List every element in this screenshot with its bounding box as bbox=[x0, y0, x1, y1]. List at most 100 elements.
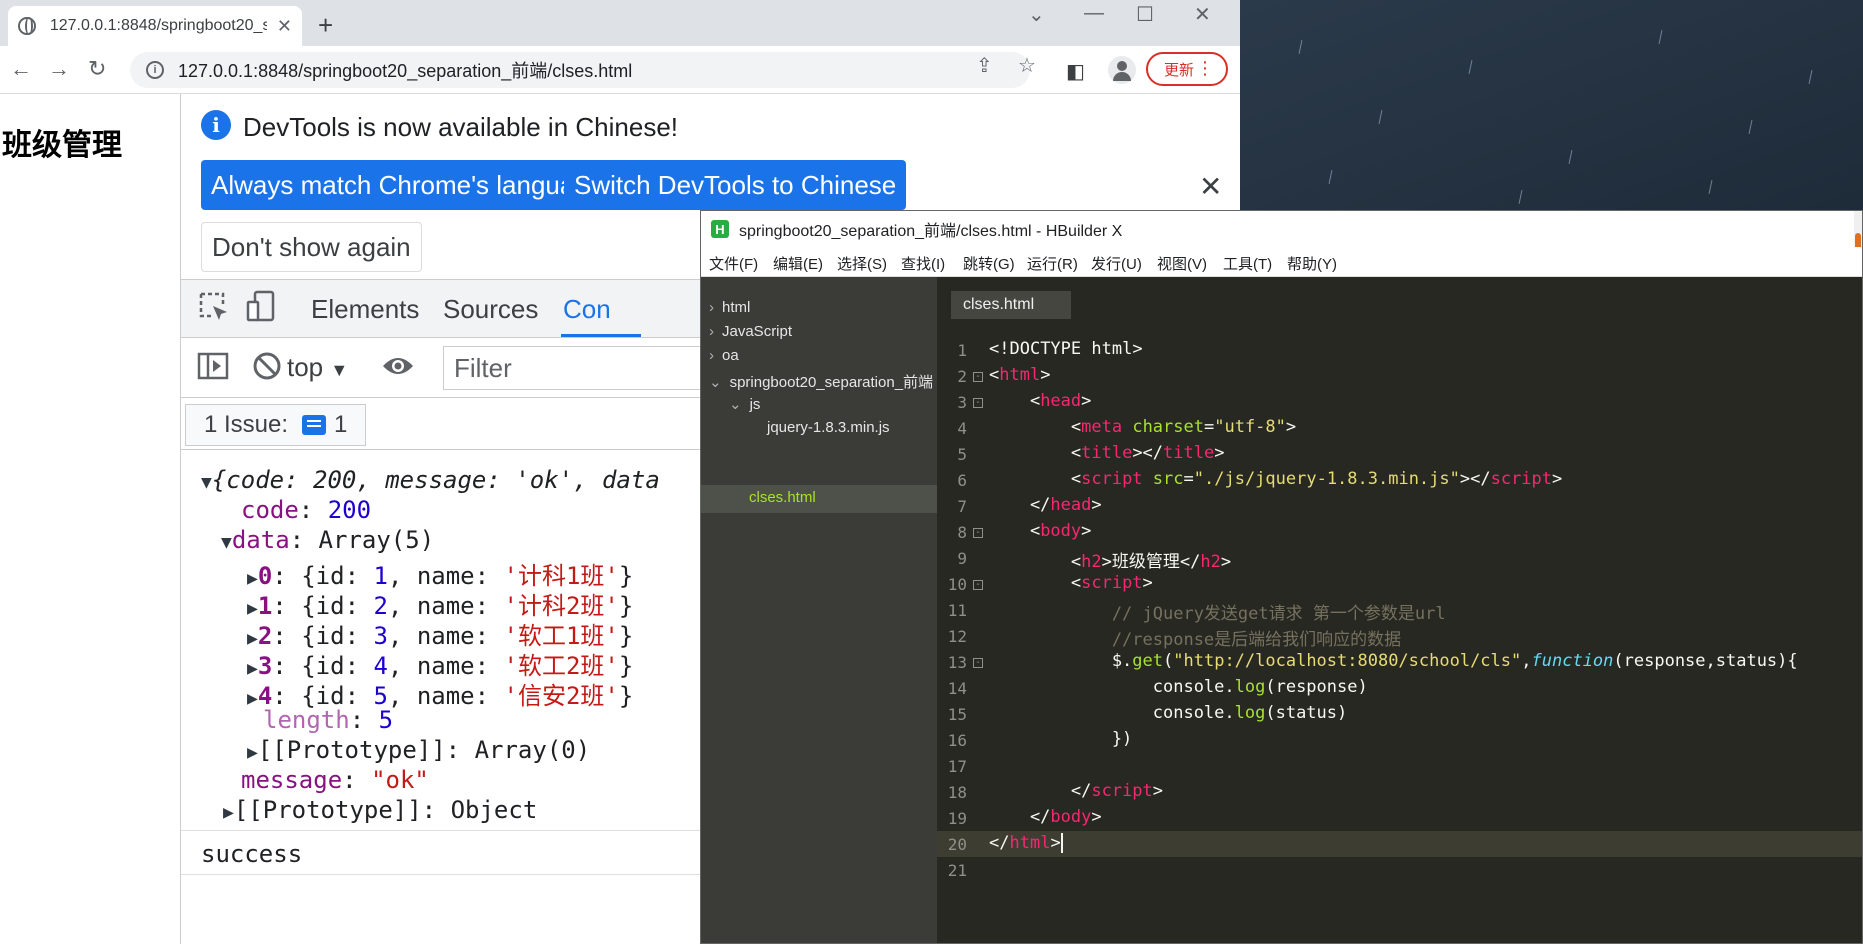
close-icon[interactable]: ✕ bbox=[1199, 170, 1222, 203]
line-number: 16 bbox=[947, 731, 967, 750]
prop-key: message bbox=[241, 766, 343, 794]
profile-avatar[interactable] bbox=[1108, 56, 1136, 84]
tab-console[interactable]: Con bbox=[563, 294, 611, 325]
page-heading: 班级管理 bbox=[2, 129, 122, 162]
menu-bar: 文件(F) 编辑(E) 选择(S) 查找(I) 跳转(G) 运行(R) 发行(U… bbox=[701, 247, 1862, 277]
tree-item-jquery[interactable]: jquery-1.8.3.min.js bbox=[767, 419, 890, 436]
line-number: 20 bbox=[947, 835, 967, 854]
menu-goto[interactable]: 跳转(G) bbox=[963, 253, 1015, 274]
selected-row-highlight bbox=[701, 485, 937, 513]
tab-sources[interactable]: Sources bbox=[443, 294, 538, 325]
back-icon[interactable]: ← bbox=[10, 56, 32, 82]
object-summary[interactable]: ▼{code: 200, message: 'ok', data bbox=[201, 466, 660, 494]
tree-item-project[interactable]: ⌄ springboot20_separation_前端 bbox=[709, 371, 937, 392]
code-editor[interactable]: clses.html 1 2 3 4 5 6 7 8 9 10 11 12 13… bbox=[937, 277, 1862, 943]
menu-find[interactable]: 查找(I) bbox=[901, 253, 945, 274]
browser-tab[interactable]: 127.0.0.1:8848/springboot20_s ✕ bbox=[8, 6, 302, 46]
inspect-icon[interactable] bbox=[197, 290, 231, 324]
update-button[interactable]: 更新 ⋮ bbox=[1146, 52, 1228, 86]
menu-run[interactable]: 运行(R) bbox=[1027, 253, 1078, 274]
code-line: <head> bbox=[989, 391, 1092, 411]
prop-value: Array(5) bbox=[318, 526, 435, 554]
match-language-button[interactable]: Always match Chrome's language bbox=[201, 160, 614, 210]
tree-item-js[interactable]: ⌄ js bbox=[729, 395, 760, 413]
tree-label: JavaScript bbox=[722, 323, 793, 340]
hbuilder-logo: H bbox=[711, 220, 729, 238]
window-close-icon[interactable]: ✕ bbox=[1194, 2, 1211, 27]
tree-item-clses[interactable]: clses.html bbox=[749, 489, 816, 506]
line-number: 13 bbox=[947, 653, 967, 672]
expand-triangle-icon[interactable]: ▶ bbox=[223, 802, 234, 823]
code-line: //response是后端给我们响应的数据 bbox=[989, 630, 1402, 650]
line-number: 21 bbox=[947, 861, 967, 880]
project-explorer: › html › JavaScript › oa ⌄ springboot20_sepa… bbox=[701, 277, 937, 943]
minimize-icon[interactable]: — bbox=[1084, 2, 1104, 25]
tab-elements[interactable]: Elements bbox=[311, 294, 419, 325]
prototype-text: [[Prototype]]: Object bbox=[233, 796, 538, 824]
tab-title: 127.0.0.1:8848/springboot20_s bbox=[49, 17, 267, 34]
editor-tab[interactable]: clses.html bbox=[951, 291, 1071, 319]
tree-item-javascript[interactable]: › JavaScript bbox=[709, 323, 792, 340]
share-icon[interactable]: ⇪ bbox=[976, 53, 993, 78]
expand-triangle-icon[interactable]: ▶ bbox=[247, 688, 258, 709]
context-selector[interactable]: top ▼ bbox=[287, 352, 348, 383]
code-line: <title></title> bbox=[989, 443, 1225, 463]
new-tab-icon[interactable]: + bbox=[318, 10, 333, 41]
code-line: <body> bbox=[989, 521, 1092, 541]
dont-show-again-button[interactable]: Don't show again bbox=[201, 222, 422, 272]
menu-select[interactable]: 选择(S) bbox=[837, 253, 887, 274]
maximize-icon[interactable]: ☐ bbox=[1136, 2, 1154, 27]
eye-icon[interactable] bbox=[381, 352, 415, 380]
address-bar[interactable]: i 127.0.0.1:8848/springboot20_separation… bbox=[130, 52, 1030, 88]
data-property[interactable]: ▼data: Array(5) bbox=[221, 526, 434, 554]
chevron-down-icon[interactable]: ⌄ bbox=[1028, 2, 1045, 27]
line-number: 11 bbox=[947, 601, 967, 620]
object-prototype[interactable]: ▶[[Prototype]]: Object bbox=[223, 796, 537, 824]
star-icon[interactable]: ☆ bbox=[1018, 53, 1036, 78]
code-line: <html> bbox=[989, 365, 1051, 385]
expand-triangle-icon[interactable]: ▼ bbox=[221, 532, 232, 553]
menu-view[interactable]: 视图(V) bbox=[1157, 253, 1207, 274]
switch-chinese-button[interactable]: Switch DevTools to Chinese bbox=[564, 160, 907, 210]
code-line: console.log(status) bbox=[989, 703, 1348, 723]
line-number: 5 bbox=[957, 445, 967, 464]
site-info-icon[interactable]: i bbox=[146, 61, 164, 79]
chevron-down-icon: ⌄ bbox=[709, 374, 722, 391]
prop-value: "ok" bbox=[371, 766, 429, 794]
code-property: code: 200 bbox=[241, 496, 372, 524]
issues-button[interactable]: 1 Issue: 1 bbox=[185, 404, 367, 446]
tree-label: springboot20_separation_前端 bbox=[729, 374, 934, 391]
menu-publish[interactable]: 发行(U) bbox=[1091, 253, 1142, 274]
device-toolbar-icon[interactable] bbox=[245, 290, 279, 324]
fold-marker-icon[interactable]: - bbox=[973, 398, 983, 408]
close-icon[interactable]: ✕ bbox=[277, 16, 292, 37]
chevron-right-icon: › bbox=[709, 299, 714, 316]
fold-marker-icon[interactable]: - bbox=[973, 528, 983, 538]
hbuilder-window: H springboot20_separation_前端/clses.html … bbox=[700, 210, 1863, 944]
tree-label: clses.html bbox=[749, 489, 816, 506]
fold-marker-icon[interactable]: - bbox=[973, 372, 983, 382]
expand-triangle-icon[interactable]: ▼ bbox=[201, 472, 212, 493]
side-panel-icon[interactable]: ◧ bbox=[1066, 59, 1085, 84]
filter-input[interactable]: Filter bbox=[443, 346, 743, 390]
sidebar-toggle-icon[interactable] bbox=[197, 350, 229, 382]
window-title: springboot20_separation_前端/clses.html - … bbox=[739, 223, 1123, 240]
menu-help[interactable]: 帮助(Y) bbox=[1287, 253, 1337, 274]
menu-edit[interactable]: 编辑(E) bbox=[773, 253, 823, 274]
tree-label: jquery-1.8.3.min.js bbox=[767, 419, 890, 436]
forward-icon[interactable]: → bbox=[48, 56, 70, 82]
array-prototype[interactable]: ▶[[Prototype]]: Array(0) bbox=[247, 736, 590, 764]
tree-item-html[interactable]: › html bbox=[709, 299, 750, 316]
more-icon[interactable]: ⋮ bbox=[1196, 58, 1214, 79]
tree-item-oa[interactable]: › oa bbox=[709, 347, 739, 364]
prop-key: code bbox=[241, 496, 299, 524]
menu-tools[interactable]: 工具(T) bbox=[1223, 253, 1272, 274]
menu-file[interactable]: 文件(F) bbox=[709, 253, 758, 274]
clear-console-icon[interactable] bbox=[251, 350, 283, 382]
fold-marker-icon[interactable]: - bbox=[973, 580, 983, 590]
fold-marker-icon[interactable]: - bbox=[973, 658, 983, 668]
line-number: 17 bbox=[947, 757, 967, 776]
line-number: 4 bbox=[957, 419, 967, 438]
expand-triangle-icon[interactable]: ▶ bbox=[247, 742, 258, 763]
reload-icon[interactable]: ↻ bbox=[88, 56, 106, 82]
